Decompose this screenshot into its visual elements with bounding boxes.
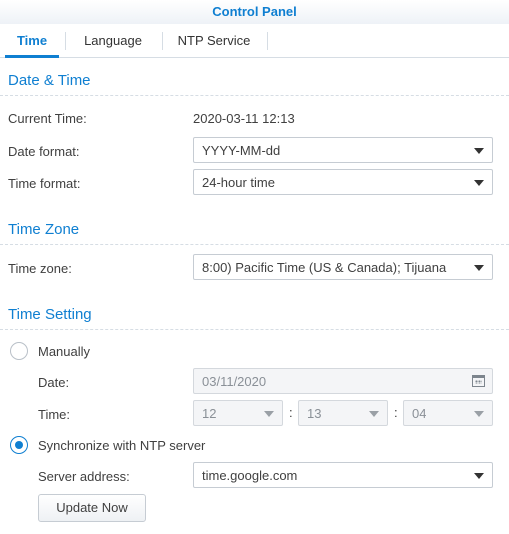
ntp-label[interactable]: Synchronize with NTP server xyxy=(38,438,205,453)
section-divider xyxy=(0,329,509,330)
time-separator: : xyxy=(394,405,398,420)
second-select[interactable]: 04 xyxy=(403,400,493,426)
chevron-down-icon[interactable] xyxy=(474,180,484,186)
chevron-down-icon[interactable] xyxy=(264,411,274,417)
tab-time[interactable]: Time xyxy=(5,24,59,58)
time-zone-select[interactable]: 8:00) Pacific Time (US & Canada); Tijuan… xyxy=(193,254,493,280)
tab-divider xyxy=(162,32,163,50)
current-time-label: Current Time: xyxy=(8,111,87,126)
tab-divider xyxy=(267,32,268,50)
minute-value: 13 xyxy=(307,406,322,421)
time-format-label: Time format: xyxy=(8,176,81,191)
date-label: Date: xyxy=(38,375,70,390)
section-title-time-setting: Time Setting xyxy=(8,306,92,323)
tab-divider xyxy=(65,32,66,50)
tab-language[interactable]: Language xyxy=(72,24,154,58)
second-value: 04 xyxy=(412,406,427,421)
chevron-down-icon[interactable] xyxy=(474,411,484,417)
server-address-select[interactable]: time.google.com xyxy=(193,462,493,488)
chevron-down-icon[interactable] xyxy=(474,148,484,154)
update-now-button[interactable]: Update Now xyxy=(38,494,146,522)
current-time-value: 2020-03-11 12:13 xyxy=(193,111,295,126)
date-value: 03/11/2020 xyxy=(202,374,267,389)
ntp-radio[interactable] xyxy=(10,436,28,454)
chevron-down-icon[interactable] xyxy=(474,473,484,479)
hour-value: 12 xyxy=(202,406,217,421)
time-zone-label: Time zone: xyxy=(8,261,72,276)
time-separator: : xyxy=(289,405,293,420)
section-title-time-zone: Time Zone xyxy=(8,221,80,238)
window-title: Control Panel xyxy=(212,4,297,19)
date-format-label: Date format: xyxy=(8,144,80,159)
date-field[interactable]: 03/11/2020 xyxy=(193,368,493,394)
calendar-icon[interactable] xyxy=(472,375,485,387)
server-address-label: Server address: xyxy=(38,469,130,484)
manual-radio[interactable] xyxy=(10,342,28,360)
title-bar: Control Panel xyxy=(0,0,509,24)
section-title-date-time: Date & Time xyxy=(8,72,91,89)
server-address-value: time.google.com xyxy=(202,468,298,483)
time-label: Time: xyxy=(38,407,71,422)
manual-label[interactable]: Manually xyxy=(38,344,90,359)
chevron-down-icon[interactable] xyxy=(474,265,484,271)
time-zone-value: 8:00) Pacific Time (US & Canada); Tijuan… xyxy=(202,260,447,275)
date-format-select[interactable]: YYYY-MM-dd xyxy=(193,137,493,163)
tab-bar: Time Language NTP Service xyxy=(0,24,509,58)
section-divider xyxy=(0,95,509,96)
date-format-value: YYYY-MM-dd xyxy=(202,143,281,158)
minute-select[interactable]: 13 xyxy=(298,400,388,426)
chevron-down-icon[interactable] xyxy=(369,411,379,417)
time-format-select[interactable]: 24-hour time xyxy=(193,169,493,195)
tab-ntp-service[interactable]: NTP Service xyxy=(168,24,260,58)
time-format-value: 24-hour time xyxy=(202,175,275,190)
section-divider xyxy=(0,244,509,245)
hour-select[interactable]: 12 xyxy=(193,400,283,426)
